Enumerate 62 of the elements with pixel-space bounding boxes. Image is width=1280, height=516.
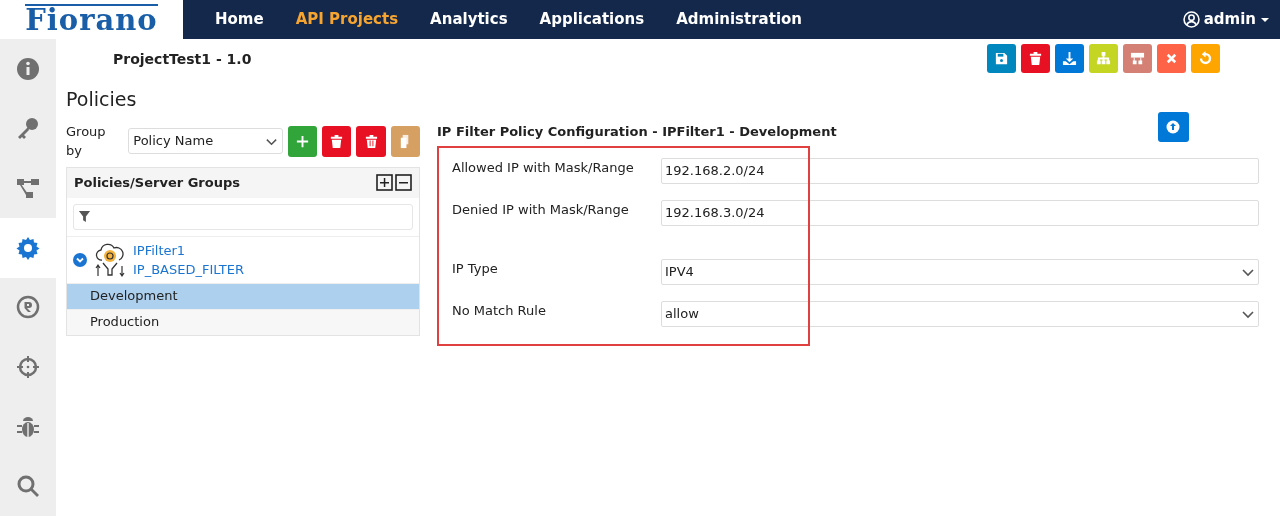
toolbar-button[interactable]: [1055, 44, 1084, 73]
section-heading: Policies: [66, 87, 138, 112]
plus-icon: [376, 174, 393, 191]
upload-icon: [1166, 120, 1181, 134]
config-title: IP Filter Policy Configuration - IPFilter1 - Development: [437, 123, 837, 141]
bug-icon: [16, 414, 40, 439]
undo-icon: [1198, 51, 1213, 66]
input-field[interactable]: 192.168.3.0/24: [661, 200, 1259, 226]
hierarchy-icon: [1096, 51, 1111, 66]
hierarchy-icon: [16, 176, 40, 201]
select-field[interactable]: IPV4: [661, 259, 1259, 285]
input-field[interactable]: 192.168.2.0/24: [661, 158, 1259, 184]
crosshair-icon: [16, 354, 40, 379]
info-icon: [16, 56, 40, 81]
user-menu[interactable]: admin: [1182, 8, 1270, 31]
filter-gear-icon: [93, 241, 127, 278]
network-icon: [1130, 51, 1145, 66]
download-icon: [1062, 51, 1077, 66]
gear-icon: [16, 235, 40, 260]
save-icon: [994, 51, 1009, 66]
policy-button[interactable]: [390, 125, 420, 157]
nav-link[interactable]: Home: [199, 8, 280, 31]
sidebar-item[interactable]: [0, 217, 56, 278]
tree-item[interactable]: Production: [67, 308, 419, 335]
close-icon: [1164, 51, 1179, 66]
group-by-label: Group by: [66, 122, 107, 160]
search-icon: [16, 474, 40, 499]
select-field[interactable]: allow: [661, 301, 1259, 327]
group-by-select[interactable]: Policy Name: [128, 128, 283, 154]
filter-field[interactable]: [73, 203, 413, 230]
trash-icon: [363, 133, 379, 149]
policy-button[interactable]: [356, 125, 386, 157]
field-label: Denied IP with Mask/Range: [451, 201, 630, 219]
policy-type-link[interactable]: IP_BASED_FILTER: [133, 259, 244, 279]
toolbar-button[interactable]: [1123, 44, 1152, 73]
tree-item[interactable]: Development: [67, 282, 419, 309]
policy-button[interactable]: [322, 125, 352, 157]
add-icon: [294, 133, 310, 149]
minus-icon: [395, 174, 412, 191]
toolbar-button[interactable]: [987, 44, 1016, 73]
logo: Fiorano: [25, 4, 158, 35]
panel-title: Policies/Server Groups: [74, 173, 240, 192]
nav-link[interactable]: API Projects: [279, 8, 415, 31]
upload-button[interactable]: [1157, 112, 1189, 142]
field-label: No Match Rule: [451, 302, 547, 320]
user-icon: [1182, 11, 1200, 28]
project-title: ProjectTest1 - 1.0: [113, 50, 252, 69]
trash-icon: [1028, 51, 1043, 66]
field-label: Allowed IP with Mask/Range: [451, 159, 635, 177]
expand-all-button[interactable]: [376, 174, 393, 191]
nav-link[interactable]: Analytics: [414, 8, 524, 31]
toolbar-button[interactable]: [1021, 44, 1050, 73]
key-icon: [16, 116, 40, 141]
collapse-all-button[interactable]: [395, 174, 412, 191]
nav-link[interactable]: Administration: [660, 8, 819, 31]
filter-icon: [78, 210, 91, 223]
trash-icon: [329, 133, 345, 149]
toolbar-button[interactable]: [1157, 44, 1186, 73]
policy-link[interactable]: IPFilter1: [133, 240, 244, 260]
nav-link[interactable]: Applications: [523, 8, 661, 31]
policy-button[interactable]: [287, 125, 318, 157]
field-label: IP Type: [451, 260, 499, 278]
